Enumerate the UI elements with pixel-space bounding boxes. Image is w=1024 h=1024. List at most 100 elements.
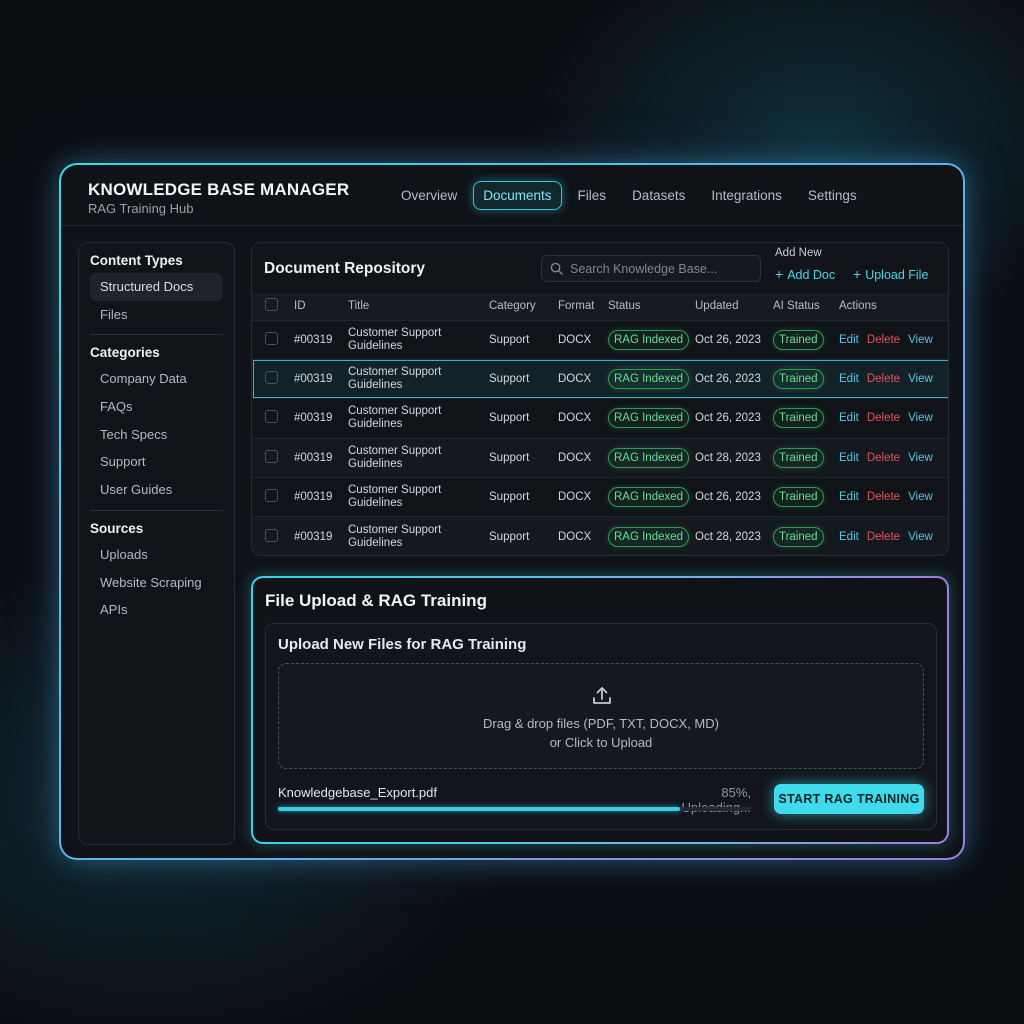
row-format: DOCX <box>558 491 592 504</box>
column-header: Status <box>608 300 641 313</box>
sidebar: Content Types Structured Docs Files Cate… <box>78 242 235 845</box>
view-link[interactable]: View <box>908 491 933 503</box>
row-id: #00319 <box>294 451 333 464</box>
tab-integrations[interactable]: Integrations <box>701 181 792 210</box>
edit-link[interactable]: Edit <box>839 452 859 464</box>
row-actions: Edit Delete View <box>839 320 948 359</box>
delete-link[interactable]: Delete <box>867 531 900 543</box>
sidebar-item-company-data[interactable]: Company Data <box>79 365 234 393</box>
view-link[interactable]: View <box>908 531 933 543</box>
delete-link[interactable]: Delete <box>867 491 900 503</box>
add-doc-label: Add Doc <box>787 268 836 282</box>
row-checkbox[interactable] <box>265 371 278 385</box>
sidebar-item-uploads[interactable]: Uploads <box>79 541 234 569</box>
tab-datasets[interactable]: Datasets <box>622 181 695 210</box>
table-row[interactable]: #00319 Customer Support Guidelines Support D… <box>252 320 948 359</box>
add-new-label: Add New <box>775 247 822 259</box>
delete-link[interactable]: Delete <box>867 373 900 385</box>
row-title-line2: Guidelines <box>348 379 403 392</box>
app-window: KNOWLEDGE BASE MANAGER RAG Training Hub … <box>59 163 965 860</box>
row-id: #00319 <box>294 333 333 346</box>
table-row[interactable]: #00319 Customer Support Guidelines Support D… <box>252 477 948 517</box>
dropzone-instructions: Drag & drop files (PDF, TXT, DOCX, MD) <box>483 716 719 731</box>
sidebar-item-faqs[interactable]: FAQs <box>79 393 234 421</box>
row-checkbox[interactable] <box>265 410 278 424</box>
upload-icon <box>590 684 614 713</box>
row-title: Customer Support Guidelines <box>348 399 489 438</box>
sidebar-item-tech-specs[interactable]: Tech Specs <box>79 421 234 449</box>
row-format: DOCX <box>558 373 592 386</box>
sidebar-item-support[interactable]: Support <box>79 448 234 476</box>
edit-link[interactable]: Edit <box>839 334 859 346</box>
row-actions: Edit Delete View <box>839 399 948 438</box>
app-header: KNOWLEDGE BASE MANAGER RAG Training Hub … <box>61 165 963 226</box>
row-checkbox[interactable] <box>265 528 278 542</box>
sidebar-item-structured-docs[interactable]: Structured Docs <box>90 273 223 301</box>
ai-status-badge: Trained <box>773 526 824 547</box>
edit-link[interactable]: Edit <box>839 412 859 424</box>
edit-link[interactable]: Edit <box>839 531 859 543</box>
row-id: #00319 <box>294 412 333 425</box>
tab-files[interactable]: Files <box>568 181 617 210</box>
table-row[interactable]: #00319 Customer Support Guidelines Support D… <box>252 398 948 438</box>
row-title-line2: Guidelines <box>348 536 403 549</box>
upload-subtitle: Upload New Files for RAG Training <box>278 636 527 653</box>
tab-documents[interactable]: Documents <box>473 181 562 210</box>
row-checkbox[interactable] <box>265 489 278 503</box>
view-link[interactable]: View <box>908 412 933 424</box>
select-all-checkbox[interactable] <box>265 298 278 312</box>
delete-link[interactable]: Delete <box>867 452 900 464</box>
row-title: Customer Support Guidelines <box>348 517 489 555</box>
view-link[interactable]: View <box>908 452 933 464</box>
view-link[interactable]: View <box>908 334 933 346</box>
row-category: Support <box>489 491 530 504</box>
upload-file-name: Knowledgebase_Export.pdf <box>278 785 438 800</box>
sidebar-item-user-guides[interactable]: User Guides <box>79 476 234 504</box>
search-icon <box>550 262 563 278</box>
add-doc-button[interactable]: + Add Doc <box>775 266 835 282</box>
ai-status-badge: Trained <box>773 329 824 350</box>
upload-card: Upload New Files for RAG Training Drag &… <box>265 623 937 830</box>
table-header-row: ID Title Category Format Status Updated … <box>252 293 948 320</box>
row-checkbox[interactable] <box>265 331 278 345</box>
row-updated: Oct 26, 2023 <box>695 412 761 425</box>
row-title-line1: Customer Support <box>348 523 442 536</box>
row-actions: Edit Delete View <box>839 478 948 517</box>
row-id: #00319 <box>294 530 333 543</box>
status-badge: RAG Indexed <box>608 526 690 547</box>
sidebar-item-files[interactable]: Files <box>79 301 234 329</box>
row-checkbox[interactable] <box>265 449 278 463</box>
edit-link[interactable]: Edit <box>839 373 859 385</box>
column-header: AI Status <box>773 300 820 313</box>
upload-progress-fill <box>278 807 681 811</box>
table-row[interactable]: #00319 Customer Support Guidelines Support D… <box>252 516 948 555</box>
delete-link[interactable]: Delete <box>867 412 900 424</box>
search-placeholder: Search Knowledge Base... <box>570 262 718 276</box>
row-title-line2: Guidelines <box>348 418 403 431</box>
tab-overview[interactable]: Overview <box>391 181 467 210</box>
table-row[interactable]: #00319 Customer Support Guidelines Support D… <box>252 359 948 399</box>
row-title: Customer Support Guidelines <box>348 320 489 359</box>
sidebar-item-website-scraping[interactable]: Website Scraping <box>79 569 234 597</box>
row-id: #00319 <box>294 373 333 386</box>
tab-settings[interactable]: Settings <box>798 181 867 210</box>
table-row[interactable]: #00319 Customer Support Guidelines Support D… <box>252 438 948 478</box>
delete-link[interactable]: Delete <box>867 334 900 346</box>
sidebar-divider <box>90 334 223 336</box>
document-repository: Document Repository Search Knowledge Bas… <box>251 242 949 556</box>
row-actions: Edit Delete View <box>839 359 948 398</box>
plus-icon: + <box>775 266 784 282</box>
ai-status-badge: Trained <box>773 408 824 429</box>
row-title-line2: Guidelines <box>348 497 403 510</box>
edit-link[interactable]: Edit <box>839 491 859 503</box>
column-header: Category <box>489 300 536 313</box>
ai-status-badge: Trained <box>773 487 824 508</box>
view-link[interactable]: View <box>908 373 933 385</box>
sidebar-heading-sources: Sources <box>90 520 144 536</box>
sidebar-item-apis[interactable]: APIs <box>79 596 234 624</box>
search-input[interactable]: Search Knowledge Base... <box>541 255 761 282</box>
start-rag-training-button[interactable]: START RAG TRAINING <box>774 784 924 814</box>
file-dropzone[interactable]: Drag & drop files (PDF, TXT, DOCX, MD) o… <box>278 663 924 769</box>
top-nav: Overview Documents Files Datasets Integr… <box>391 181 873 210</box>
upload-file-button[interactable]: + Upload File <box>853 266 928 282</box>
